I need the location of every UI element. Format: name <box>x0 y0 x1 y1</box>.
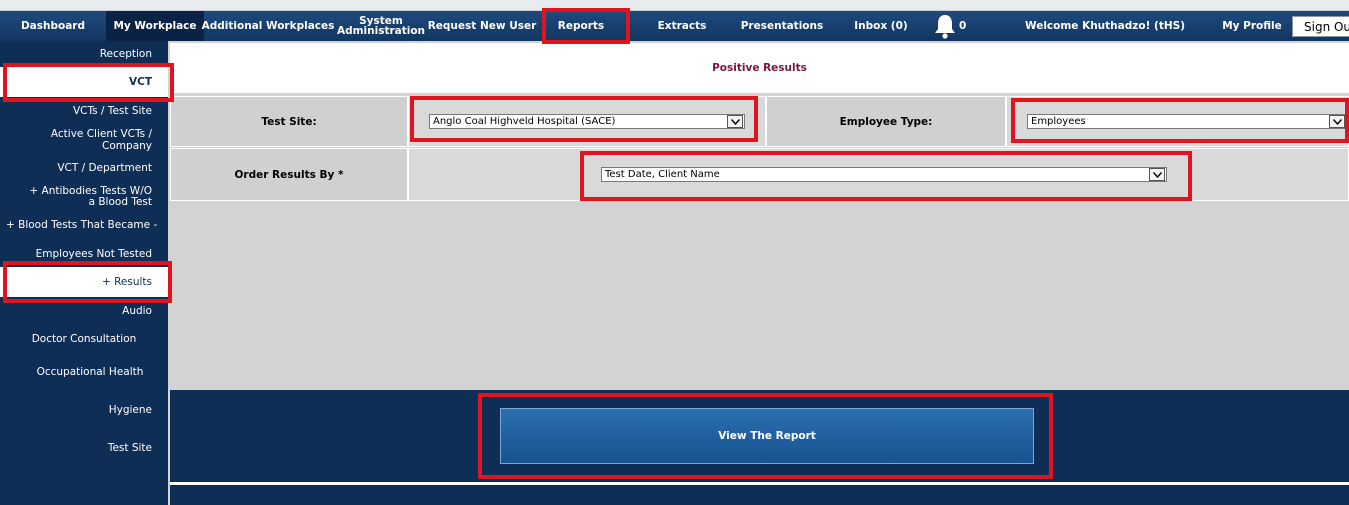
order-results-field-cell: Test Date, Client Name <box>408 148 1349 201</box>
order-results-by-label: Order Results By * <box>170 148 408 201</box>
employee-type-field-cell: Employees <box>1006 96 1349 147</box>
sidebar-item-occupational-health[interactable]: Occupational Health <box>0 362 168 382</box>
page-title: Positive Results <box>712 62 807 74</box>
footer-tail <box>170 485 1349 505</box>
sidebar-item-antibodies-tests[interactable]: + Antibodies Tests W/O a Blood Test <box>0 183 168 211</box>
top-strip <box>0 0 1349 11</box>
test-site-label: Test Site: <box>170 96 408 147</box>
main-content: Positive Results Test Site: Anglo Coal H… <box>168 41 1349 505</box>
sidebar-item-active-client-vcts[interactable]: Active Client VCTs / Company <box>0 128 168 152</box>
nav-dashboard[interactable]: Dashboard <box>0 11 106 41</box>
nav-request-new-user[interactable]: Request New User <box>428 11 537 41</box>
nav-additional-workplaces[interactable]: Additional Workplaces <box>202 11 335 41</box>
employee-type-selected-value: Employees <box>1031 116 1086 127</box>
employee-type-label: Employee Type: <box>766 96 1006 147</box>
nav-inbox[interactable]: Inbox (0) <box>846 11 916 41</box>
sidebar-item-audio[interactable]: Audio <box>0 301 168 321</box>
nav-my-workplace[interactable]: My Workplace <box>106 11 204 41</box>
sidebar-item-doctor-consultation[interactable]: Doctor Consultation <box>0 329 168 349</box>
order-results-select[interactable]: Test Date, Client Name <box>601 167 1167 182</box>
bell-icon[interactable] <box>933 12 957 40</box>
sidebar-item-blood-tests[interactable]: + Blood Tests That Became - <box>0 215 168 235</box>
nav-reports[interactable]: Reports <box>546 11 616 41</box>
sidebar-item-vcts-test-site[interactable]: VCTs / Test Site <box>0 101 168 121</box>
sign-out-button[interactable]: Sign Out <box>1292 16 1349 37</box>
sidebar: Reception VCT VCTs / Test Site Active Cl… <box>0 41 168 505</box>
employee-type-select[interactable]: Employees <box>1027 114 1347 129</box>
chevron-down-icon[interactable] <box>1149 168 1165 181</box>
test-site-selected-value: Anglo Coal Highveld Hospital (SACE) <box>433 116 616 127</box>
report-title-band: Positive Results <box>170 43 1349 93</box>
sidebar-item-reception[interactable]: Reception <box>0 44 168 64</box>
welcome-text: Welcome Khuthadzo! (tHS) <box>1024 20 1185 32</box>
chevron-down-icon[interactable] <box>1329 115 1345 128</box>
nav-my-profile[interactable]: My Profile <box>1216 11 1288 41</box>
sidebar-item-results[interactable]: + Results <box>0 267 168 297</box>
sidebar-item-hygiene[interactable]: Hygiene <box>0 400 168 420</box>
order-results-selected-value: Test Date, Client Name <box>605 169 720 180</box>
sidebar-item-vct-department[interactable]: VCT / Department <box>0 158 168 178</box>
view-report-button[interactable]: View The Report <box>500 408 1034 464</box>
nav-system-administration[interactable]: System Administration <box>336 11 426 41</box>
sidebar-item-test-site[interactable]: Test Site <box>0 438 168 458</box>
test-site-field-cell: Anglo Coal Highveld Hospital (SACE) <box>408 96 766 147</box>
sidebar-item-employees-not-tested[interactable]: Employees Not Tested <box>0 244 168 264</box>
nav-presentations[interactable]: Presentations <box>736 11 828 41</box>
nav-extracts[interactable]: Extracts <box>640 11 724 41</box>
sidebar-item-vct[interactable]: VCT <box>0 67 168 97</box>
chevron-down-icon[interactable] <box>727 115 743 128</box>
action-footer: View The Report <box>170 390 1349 482</box>
sidebar-item-vct-label: VCT <box>129 76 152 88</box>
test-site-select[interactable]: Anglo Coal Highveld Hospital (SACE) <box>429 114 745 129</box>
top-navbar: Dashboard My Workplace Additional Workpl… <box>0 11 1349 41</box>
notification-count: 0 <box>959 20 967 32</box>
